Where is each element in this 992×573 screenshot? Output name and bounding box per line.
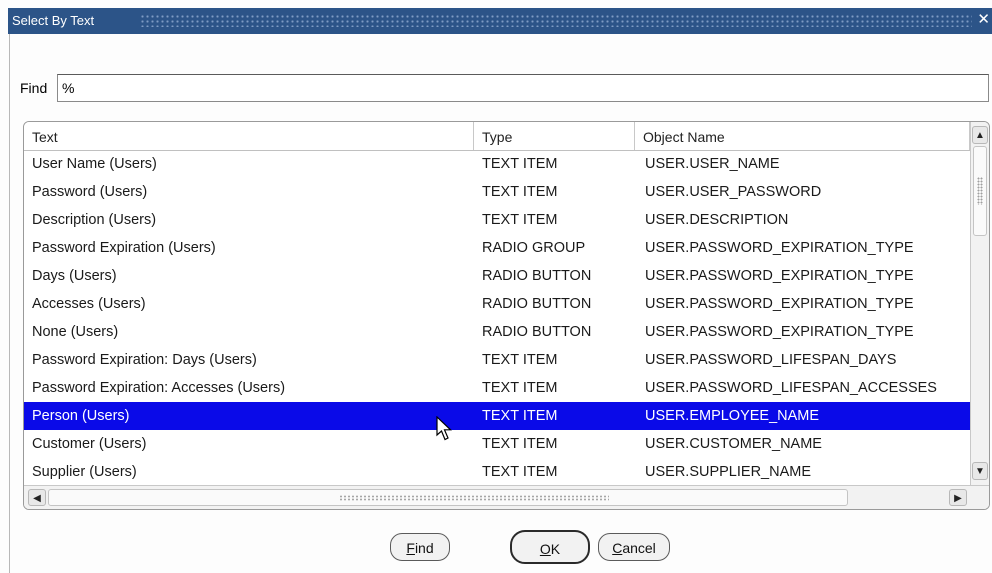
cancel-button-label: ancel bbox=[622, 540, 656, 556]
table-header: Text Type Object Name bbox=[24, 122, 970, 151]
cell-text: Days (Users) bbox=[32, 268, 117, 284]
cell-type: TEXT ITEM bbox=[482, 408, 558, 424]
cell-text: Description (Users) bbox=[32, 212, 157, 228]
scroll-right-icon[interactable]: ▶ bbox=[949, 489, 967, 506]
vertical-scrollbar[interactable]: ▲ ▼ bbox=[970, 122, 989, 485]
vertical-scroll-thumb[interactable] bbox=[973, 146, 987, 236]
cell-object-name: USER.USER_NAME bbox=[645, 156, 780, 172]
table-row[interactable]: Person (Users) TEXT ITEM USER.EMPLOYEE_NAM… bbox=[24, 402, 970, 430]
cancel-button[interactable]: Cancel bbox=[598, 533, 670, 561]
cell-text: Person (Users) bbox=[32, 408, 130, 424]
cell-type: RADIO BUTTON bbox=[482, 324, 592, 340]
cell-object-name: USER.PASSWORD_EXPIRATION_TYPE bbox=[645, 240, 914, 256]
find-button-mnemonic: F bbox=[406, 540, 415, 556]
cell-text: Supplier (Users) bbox=[32, 464, 137, 480]
cell-text: Password Expiration: Accesses (Users) bbox=[32, 380, 286, 396]
horizontal-scrollbar[interactable]: ◀ ▶ bbox=[24, 485, 989, 509]
cell-type: RADIO BUTTON bbox=[482, 268, 592, 284]
find-input[interactable] bbox=[57, 74, 989, 102]
window-title: Select By Text bbox=[12, 13, 95, 28]
close-icon[interactable]: ✕ bbox=[977, 11, 990, 29]
cell-type: TEXT ITEM bbox=[482, 212, 558, 228]
cell-text: Password Expiration: Days (Users) bbox=[32, 352, 257, 368]
table-row[interactable]: Description (Users) TEXT ITEM USER.DESCRIP… bbox=[24, 206, 970, 234]
ok-button-label: K bbox=[550, 541, 561, 557]
table-row[interactable]: Customer (Users) TEXT ITEM USER.CUSTOMER_N… bbox=[24, 430, 970, 458]
cell-type: TEXT ITEM bbox=[482, 464, 558, 480]
cell-type: TEXT ITEM bbox=[482, 380, 558, 396]
cancel-button-mnemonic: C bbox=[612, 540, 623, 556]
cell-object-name: USER.PASSWORD_EXPIRATION_TYPE bbox=[645, 268, 914, 284]
cell-text: Password (Users) bbox=[32, 184, 148, 200]
scroll-left-icon[interactable]: ◀ bbox=[28, 489, 46, 506]
title-bar[interactable]: Select By Text ✕ bbox=[8, 8, 992, 34]
column-header-object-name[interactable]: Object Name bbox=[635, 122, 970, 150]
cell-object-name: USER.EMPLOYEE_NAME bbox=[645, 408, 820, 424]
cell-type: TEXT ITEM bbox=[482, 156, 558, 172]
cell-type: TEXT ITEM bbox=[482, 184, 558, 200]
find-label: Find bbox=[20, 80, 48, 96]
table-row[interactable]: Password (Users) TEXT ITEM USER.USER_PASSW… bbox=[24, 178, 970, 206]
cell-type: RADIO GROUP bbox=[482, 240, 586, 256]
cell-object-name: USER.PASSWORD_LIFESPAN_ACCESSES bbox=[645, 380, 937, 396]
cell-object-name: USER.PASSWORD_EXPIRATION_TYPE bbox=[645, 296, 914, 312]
cell-object-name: USER.CUSTOMER_NAME bbox=[645, 436, 822, 452]
cell-text: Password Expiration (Users) bbox=[32, 240, 216, 256]
cell-object-name: USER.PASSWORD_LIFESPAN_DAYS bbox=[645, 352, 897, 368]
scroll-down-icon[interactable]: ▼ bbox=[972, 462, 988, 480]
window-edge bbox=[9, 34, 10, 573]
find-button-label: ind bbox=[414, 540, 434, 556]
cell-object-name: USER.PASSWORD_EXPIRATION_TYPE bbox=[645, 324, 914, 340]
cell-type: TEXT ITEM bbox=[482, 436, 558, 452]
ok-button[interactable]: OK bbox=[510, 530, 590, 564]
cell-object-name: USER.DESCRIPTION bbox=[645, 212, 789, 228]
cell-object-name: USER.USER_PASSWORD bbox=[645, 184, 822, 200]
cell-text: User Name (Users) bbox=[32, 156, 157, 172]
title-bar-grip bbox=[140, 14, 972, 27]
column-header-text[interactable]: Text bbox=[24, 122, 474, 150]
cell-type: TEXT ITEM bbox=[482, 352, 558, 368]
table-row[interactable]: User Name (Users) TEXT ITEM USER.USER_NAME bbox=[24, 150, 970, 178]
mouse-pointer-icon bbox=[436, 416, 453, 441]
table-row[interactable]: Password Expiration (Users) RADIO GROUP US… bbox=[24, 234, 970, 262]
table-body: User Name (Users) TEXT ITEM USER.USER_NAME… bbox=[24, 150, 970, 486]
cell-type: RADIO BUTTON bbox=[482, 296, 592, 312]
cell-text: None (Users) bbox=[32, 324, 119, 340]
results-table: Text Type Object Name User Name (Users) T… bbox=[23, 121, 990, 510]
cell-object-name: USER.SUPPLIER_NAME bbox=[645, 464, 811, 480]
table-row[interactable]: Supplier (Users) TEXT ITEM USER.SUPPLIER_N… bbox=[24, 458, 970, 486]
column-header-type[interactable]: Type bbox=[474, 122, 635, 150]
table-row[interactable]: Password Expiration: Days (Users) TEXT IT… bbox=[24, 346, 970, 374]
cell-text: Customer (Users) bbox=[32, 436, 147, 452]
scroll-up-icon[interactable]: ▲ bbox=[972, 126, 988, 144]
cell-text: Accesses (Users) bbox=[32, 296, 146, 312]
ok-button-mnemonic: O bbox=[539, 541, 551, 557]
table-row[interactable]: None (Users) RADIO BUTTON USER.PASSWORD_EX… bbox=[24, 318, 970, 346]
table-row[interactable]: Accesses (Users) RADIO BUTTON USER.PASSWOR… bbox=[24, 290, 970, 318]
table-row[interactable]: Days (Users) RADIO BUTTON USER.PASSWORD_EX… bbox=[24, 262, 970, 290]
find-button[interactable]: Find bbox=[390, 533, 450, 561]
horizontal-scroll-thumb[interactable] bbox=[48, 489, 848, 506]
table-row[interactable]: Password Expiration: Accesses (Users) TEX… bbox=[24, 374, 970, 402]
